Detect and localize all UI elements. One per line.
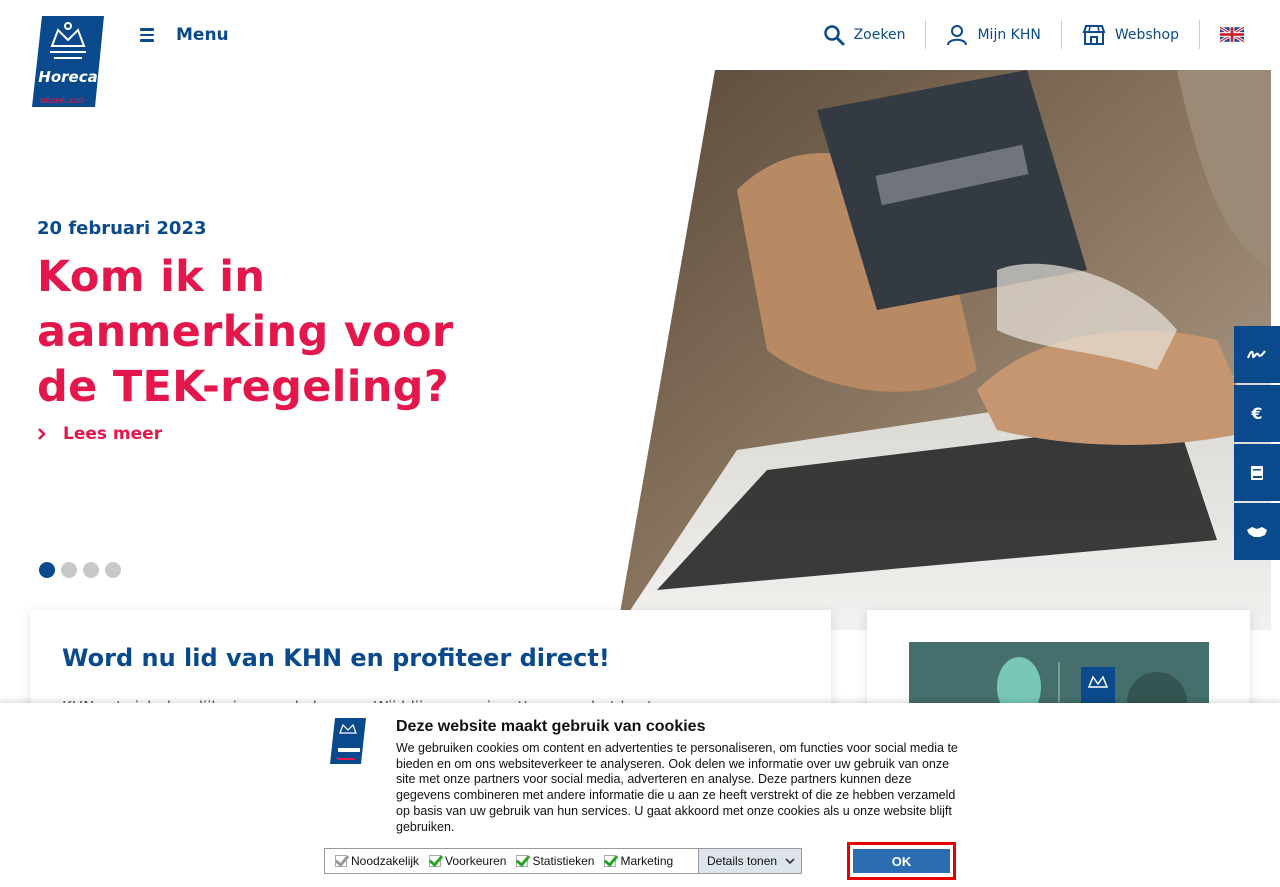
page: Horeca NEDERLAND Menu Zoeken Mijn KHN We… [0, 0, 1280, 887]
pref-label: Statistieken [532, 854, 595, 868]
side-tab-book[interactable] [1234, 444, 1280, 501]
logo-subtext: NEDERLAND [40, 97, 84, 105]
crown-logo-icon: Horeca NEDERLAND [32, 16, 104, 107]
ok-highlight: OK [847, 842, 956, 880]
chevron-right-icon [38, 428, 46, 440]
pref-noodzakelijk[interactable]: Noodzakelijk [325, 849, 419, 873]
ok-button[interactable]: OK [853, 849, 950, 873]
euro-icon: € [1251, 404, 1263, 423]
details-toggle[interactable]: Details tonen [698, 849, 801, 873]
hero-image [617, 70, 1271, 630]
shop-icon [1082, 24, 1106, 45]
uk-flag-icon [1220, 27, 1244, 42]
hero-photo [617, 70, 1271, 630]
logo-text: Horeca [38, 68, 97, 86]
webshop-link[interactable]: Webshop [1062, 20, 1199, 49]
slide-dot-1[interactable] [39, 562, 55, 578]
khn-logo[interactable]: Horeca NEDERLAND [32, 16, 104, 107]
read-more-label: Lees meer [63, 424, 163, 444]
slide-dot-4[interactable] [105, 562, 121, 578]
read-more-link[interactable]: Lees meer [37, 424, 162, 444]
search-link[interactable]: Zoeken [803, 20, 926, 49]
checkbox-icon [429, 855, 442, 867]
cookie-banner: Deze website maakt gebruik van cookies W… [0, 703, 1280, 887]
cookie-title: Deze website maakt gebruik van cookies [396, 718, 706, 735]
checkbox-icon [516, 855, 529, 867]
top-navigation: Zoeken Mijn KHN Webshop [803, 20, 1260, 49]
slide-dot-3[interactable] [83, 562, 99, 578]
search-icon [823, 24, 845, 45]
book-icon [1251, 465, 1263, 480]
pref-statistieken[interactable]: Statistieken [506, 849, 594, 873]
slide-dot-2[interactable] [61, 562, 77, 578]
side-tab-handshake[interactable] [1234, 503, 1280, 560]
pref-marketing[interactable]: Marketing [594, 849, 673, 873]
side-tab-euro[interactable]: € [1234, 385, 1280, 442]
mijn-khn-label: Mijn KHN [977, 26, 1041, 43]
checkbox-icon [604, 855, 617, 867]
pref-label: Voorkeuren [445, 854, 507, 868]
side-tabs: € [1234, 326, 1280, 562]
cookie-preferences: Noodzakelijk Voorkeuren Statistieken Mar… [324, 848, 802, 874]
handshake-icon [1247, 526, 1267, 537]
hero-headline[interactable]: Kom ik in aanmerking voor de TEK-regelin… [37, 250, 457, 415]
checkbox-icon [335, 855, 347, 867]
pref-label: Marketing [620, 854, 674, 868]
search-label: Zoeken [853, 26, 906, 43]
side-tab-signature[interactable] [1234, 326, 1280, 383]
signature-icon [1247, 349, 1266, 358]
membership-title: Word nu lid van KHN en profiteer direct! [62, 644, 610, 672]
cookie-text: We gebruiken cookies om content en adver… [396, 741, 958, 834]
user-icon [947, 24, 968, 45]
menu-label: Menu [176, 25, 229, 45]
webshop-label: Webshop [1114, 26, 1179, 43]
hamburger-icon [140, 28, 154, 42]
menu-button[interactable]: Menu [140, 22, 229, 48]
language-switch[interactable] [1200, 20, 1260, 49]
mijn-khn-link[interactable]: Mijn KHN [926, 20, 1060, 49]
chevron-down-icon [785, 857, 795, 864]
cookie-logo [330, 718, 366, 764]
hero-date: 20 februari 2023 [37, 218, 207, 239]
slider-dots [39, 562, 121, 578]
details-label: Details tonen [707, 854, 778, 868]
crown-logo-icon [330, 718, 366, 764]
pref-voorkeuren[interactable]: Voorkeuren [419, 849, 506, 873]
pref-label: Noodzakelijk [351, 854, 420, 868]
